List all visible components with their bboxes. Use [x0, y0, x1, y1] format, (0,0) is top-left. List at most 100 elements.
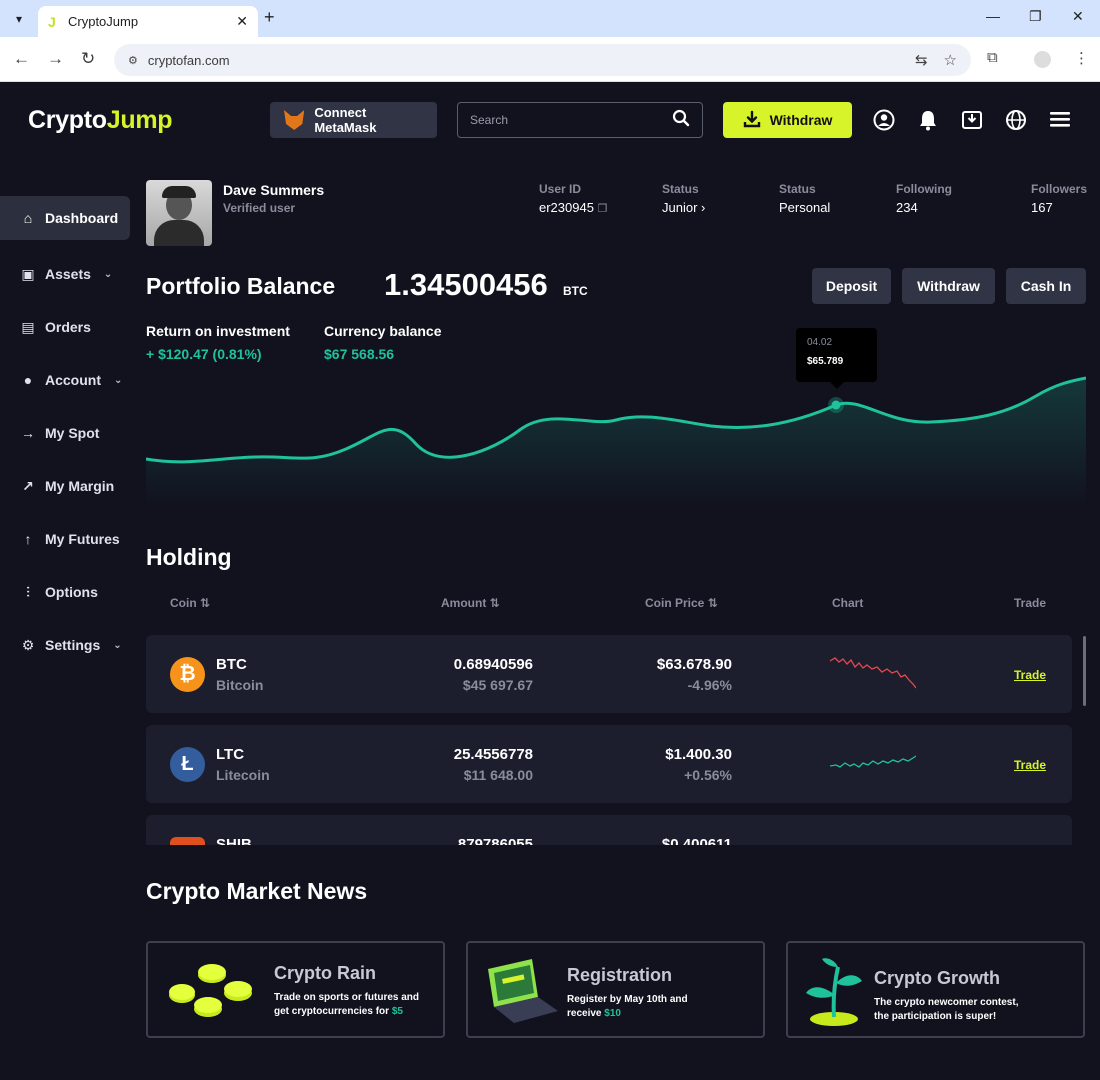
- chart-tooltip: 04.02 $65.789: [796, 328, 877, 389]
- table-row: Ł LTC Litecoin 25.4556778 $11 648.00 $1.…: [146, 725, 1072, 803]
- column-header-trade: Trade: [1014, 596, 1047, 610]
- search-input[interactable]: [470, 113, 672, 127]
- card-text: The crypto newcomer contest, the particip…: [874, 997, 1019, 1022]
- arrow-up-icon: ↑: [24, 531, 32, 547]
- site-info-icon[interactable]: ⚙: [128, 54, 138, 67]
- sidebar-item-label: Settings: [45, 637, 101, 653]
- sidebar-item-settings[interactable]: ⚙ Settings ⌄: [0, 623, 130, 667]
- url-field[interactable]: ⚙ cryptofan.com ⇆ ☆: [114, 44, 971, 76]
- chevron-down-icon: ⌄: [103, 268, 113, 280]
- download-icon: [743, 110, 761, 131]
- chevron-right-icon: ›: [701, 200, 706, 215]
- btc-sparkline: [830, 657, 916, 689]
- withdraw-button[interactable]: Withdraw: [902, 268, 995, 304]
- table-row: ₿ BTC Bitcoin 0.68940596 $45 697.67 $63.…: [146, 635, 1072, 713]
- app-logo[interactable]: CryptoJump: [28, 106, 173, 135]
- orders-icon: ▤: [21, 318, 35, 335]
- sidebar-item-assets[interactable]: ▣ Assets ⌄: [0, 252, 130, 296]
- tab-close-icon[interactable]: ✕: [236, 13, 248, 30]
- browser-tab[interactable]: J CryptoJump ✕: [38, 6, 258, 37]
- news-card-crypto-rain[interactable]: Crypto Rain Trade on sports or futures a…: [146, 941, 445, 1038]
- sidebar-item-my-futures[interactable]: ↑ My Futures: [0, 517, 130, 561]
- withdraw-header-button[interactable]: Withdraw: [723, 102, 852, 138]
- sidebar-item-options[interactable]: ⫶ Options: [0, 570, 130, 614]
- minimize-icon[interactable]: —: [986, 8, 1000, 24]
- avatar[interactable]: [146, 180, 212, 246]
- gear-icon: ⚙: [21, 636, 35, 653]
- trade-link[interactable]: Trade: [1014, 668, 1046, 682]
- profile-subtitle: Verified user: [223, 201, 296, 215]
- tab-search-icon[interactable]: ▾: [7, 7, 31, 31]
- browser-profile-icon[interactable]: [1034, 51, 1051, 68]
- bookmark-star-icon[interactable]: ☆: [944, 51, 957, 69]
- sort-icon: ⇅: [489, 596, 500, 610]
- restore-icon[interactable]: ❐: [1029, 8, 1042, 25]
- bitcoin-icon: ₿: [170, 657, 205, 692]
- arrow-up-right-icon: ↗: [22, 477, 34, 494]
- column-header-coin[interactable]: Coin ⇅: [170, 596, 210, 610]
- stat-status-level[interactable]: Status Junior ›: [662, 182, 705, 215]
- sidebar-item-account[interactable]: ● Account ⌄: [0, 358, 130, 402]
- sidebar-item-my-margin[interactable]: ↗ My Margin: [0, 464, 130, 508]
- sidebar-item-label: Options: [45, 584, 98, 600]
- metamask-label: Connect MetaMask: [314, 105, 377, 135]
- portfolio-unit: BTC: [563, 284, 588, 298]
- trade-link[interactable]: Trade: [1014, 758, 1046, 772]
- browser-menu-icon[interactable]: ⋮: [1074, 49, 1089, 67]
- connect-metamask-button[interactable]: Connect MetaMask: [270, 102, 437, 138]
- sidebar-item-label: Orders: [45, 319, 91, 335]
- portfolio-balance-chart[interactable]: [146, 326, 1086, 506]
- translate-icon[interactable]: ⇆: [915, 51, 928, 69]
- back-icon[interactable]: ←: [13, 49, 30, 69]
- news-card-registration[interactable]: Registration Register by May 10th and rec…: [466, 941, 765, 1038]
- search-icon[interactable]: [672, 109, 690, 132]
- sprout-illustration-icon: [806, 958, 862, 1026]
- laptop-illustration-icon: [488, 959, 558, 1023]
- hamburger-menu-icon[interactable]: [1048, 109, 1072, 135]
- inbox-download-icon[interactable]: [960, 109, 984, 137]
- extensions-icon[interactable]: ⧉: [987, 49, 998, 66]
- deposit-button[interactable]: Deposit: [812, 268, 891, 304]
- sliders-icon: ⫶: [26, 583, 30, 600]
- stat-following: Following 234: [896, 182, 952, 215]
- notifications-bell-icon[interactable]: [916, 109, 940, 137]
- sidebar-item-label: My Futures: [45, 531, 120, 547]
- column-header-price[interactable]: Coin Price ⇅: [645, 596, 718, 610]
- new-tab-icon[interactable]: +: [264, 7, 275, 28]
- user-profile-icon[interactable]: [872, 109, 896, 137]
- holding-title: Holding: [146, 544, 232, 570]
- portfolio-amount: 1.34500456: [384, 267, 548, 302]
- holding-list[interactable]: ₿ BTC Bitcoin 0.68940596 $45 697.67 $63.…: [146, 635, 1086, 845]
- litecoin-icon: Ł: [170, 747, 205, 782]
- shiba-inu-icon: [170, 837, 205, 845]
- reload-icon[interactable]: ↻: [81, 49, 95, 69]
- sidebar-item-label: My Margin: [45, 478, 115, 494]
- sidebar-item-my-spot[interactable]: → My Spot: [0, 411, 130, 455]
- column-header-chart: Chart: [832, 596, 864, 610]
- sidebar-item-label: Dashboard: [45, 210, 119, 226]
- news-card-crypto-growth[interactable]: Crypto Growth The crypto newcomer contes…: [786, 941, 1085, 1038]
- person-icon: ●: [23, 372, 33, 388]
- card-title: Crypto Rain: [274, 963, 377, 983]
- portfolio-title: Portfolio Balance: [146, 273, 336, 299]
- forward-icon[interactable]: →: [47, 49, 64, 69]
- card-title: Crypto Growth: [874, 968, 1000, 988]
- stat-user-id: User ID er230945 ❐: [539, 182, 608, 215]
- stat-status-type: Status Personal: [779, 182, 831, 215]
- address-bar: ← → ↻ ⚙ cryptofan.com ⇆ ☆ ⧉ ⋮: [0, 37, 1100, 82]
- stat-followers: Followers 167: [1031, 182, 1088, 215]
- table-row: SHIB 879786055 $0.400611: [146, 815, 1072, 845]
- cash-in-button[interactable]: Cash In: [1006, 268, 1086, 304]
- search-box: [457, 102, 703, 138]
- sort-icon: ⇅: [707, 596, 718, 610]
- language-globe-icon[interactable]: [1004, 109, 1028, 137]
- window-close-icon[interactable]: ✕: [1072, 8, 1084, 25]
- profile-name: Dave Summers: [223, 182, 325, 198]
- browser-tab-bar: ▾ J CryptoJump ✕ + — ❐ ✕: [0, 0, 1100, 37]
- column-header-amount[interactable]: Amount ⇅: [441, 596, 500, 610]
- sidebar-item-dashboard[interactable]: ⌂ Dashboard: [0, 196, 130, 240]
- coins-illustration-icon: [169, 964, 252, 1017]
- sidebar-item-orders[interactable]: ▤ Orders: [0, 305, 130, 349]
- holding-scrollbar[interactable]: [1083, 636, 1086, 706]
- copy-icon[interactable]: ❐: [598, 203, 608, 215]
